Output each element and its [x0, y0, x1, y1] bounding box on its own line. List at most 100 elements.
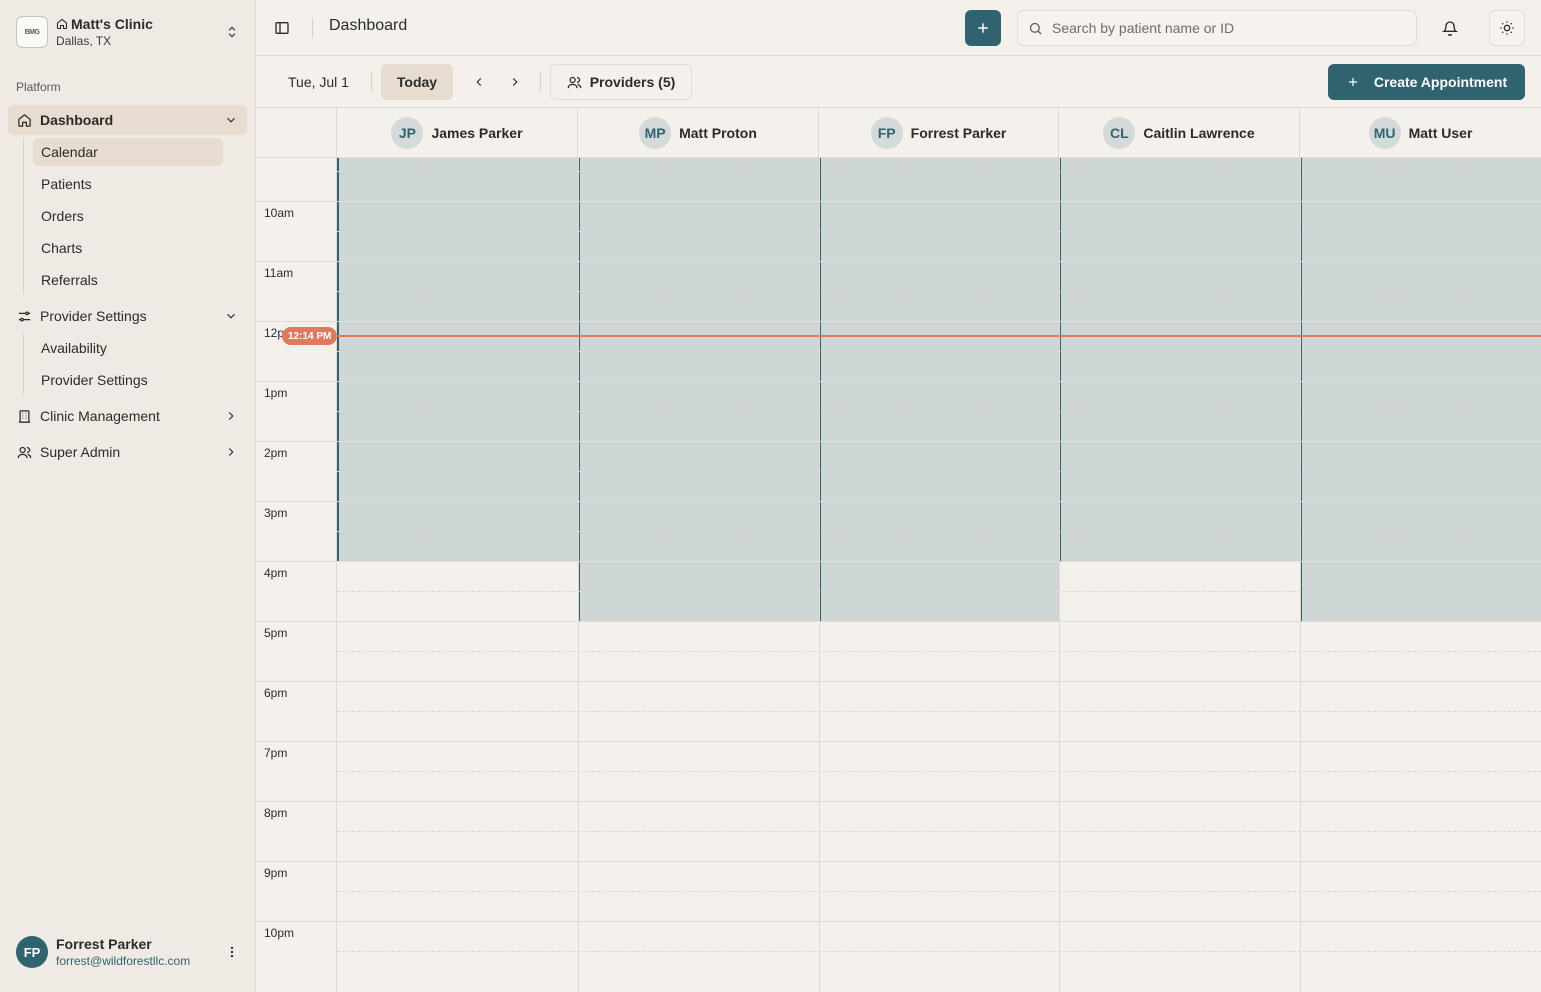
sidebar-item-dashboard[interactable]: Dashboard [8, 105, 247, 135]
sidebar-item-super-admin[interactable]: Super Admin [8, 437, 247, 467]
half-hour-gridline [337, 771, 1541, 772]
calendar-day-view: JP James Parker MP Matt Proton FP Forres… [256, 108, 1541, 992]
theme-toggle-button[interactable] [1489, 10, 1525, 46]
provider-name: Caitlin Lawrence [1143, 125, 1255, 141]
provider-header[interactable]: FP Forrest Parker [819, 108, 1059, 158]
provider-header[interactable]: MU Matt User [1300, 108, 1541, 158]
sidebar-item-label: Super Admin [40, 444, 121, 460]
divider [540, 72, 541, 92]
users-icon [16, 444, 32, 460]
providers-filter-button[interactable]: Providers (5) [550, 64, 692, 100]
sidebar-item-referrals[interactable]: Referrals [33, 266, 223, 294]
hour-gridline [256, 741, 1541, 742]
sun-icon [1500, 21, 1514, 35]
hour-gridline [256, 861, 1541, 862]
hour-gridline [256, 201, 1541, 202]
half-hour-gridline [337, 291, 1541, 292]
clinic-switcher[interactable]: BMG Matt's Clinic Dallas, TX [8, 8, 248, 56]
half-hour-gridline [337, 711, 1541, 712]
create-appointment-label: Create Appointment [1373, 74, 1508, 90]
sidebar-item-provider-settings-sub[interactable]: Provider Settings [33, 366, 223, 394]
quick-add-button[interactable] [965, 10, 1001, 46]
time-label: 9pm [264, 866, 288, 880]
next-day-button[interactable] [503, 70, 527, 94]
divider [371, 72, 372, 92]
time-label: 10pm [264, 926, 295, 940]
clinic-info: Matt's Clinic Dallas, TX [56, 16, 222, 48]
hour-gridline [256, 381, 1541, 382]
sidebar-item-calendar[interactable]: Calendar [33, 138, 223, 166]
column-divider [819, 158, 820, 992]
bell-icon[interactable] [1438, 16, 1462, 40]
column-divider [1059, 158, 1060, 992]
time-label: 4pm [264, 566, 288, 580]
provider-avatar: MU [1368, 117, 1401, 149]
prev-day-button[interactable] [467, 70, 491, 94]
time-label: 11am [264, 266, 294, 280]
calendar-toolbar: Tue, Jul 1 Today Providers (5) Create Ap… [256, 56, 1541, 108]
chevrons-up-down-icon[interactable] [222, 22, 242, 42]
calendar-header: JP James Parker MP Matt Proton FP Forres… [256, 108, 1541, 158]
provider-header[interactable]: JP James Parker [337, 108, 578, 158]
hour-gridline [256, 801, 1541, 802]
half-hour-gridline [337, 951, 1541, 952]
current-time-line [337, 335, 1541, 337]
time-label: 8pm [264, 806, 288, 820]
hour-gridline [256, 921, 1541, 922]
hour-gridline [256, 441, 1541, 442]
provider-name: Matt User [1408, 125, 1473, 141]
column-divider [578, 158, 579, 992]
user-info: Forrest Parker forrest@wildforestllc.com [56, 936, 222, 968]
provider-header[interactable]: MP Matt Proton [578, 108, 819, 158]
more-vertical-icon[interactable] [222, 942, 242, 962]
user-menu[interactable]: FP Forrest Parker forrest@wildforestllc.… [8, 928, 248, 976]
chevron-right-icon [512, 78, 518, 86]
today-button[interactable]: Today [381, 64, 453, 100]
clinic-logo: BMG [16, 16, 48, 48]
availability-block[interactable] [819, 158, 1059, 621]
hour-gridline [256, 561, 1541, 562]
availability-block[interactable] [1300, 158, 1541, 621]
plus-icon [978, 23, 988, 33]
providers-label: Providers (5) [589, 74, 676, 90]
home-icon [16, 112, 32, 128]
sidebar: BMG Matt's Clinic Dallas, TX Platform Da… [0, 0, 256, 992]
sidebar-item-provider-settings[interactable]: Provider Settings [8, 301, 247, 331]
sidebar-item-charts[interactable]: Charts [33, 234, 223, 262]
sidebar-item-patients[interactable]: Patients [33, 170, 223, 198]
time-column-header [256, 108, 337, 158]
half-hour-gridline [337, 831, 1541, 832]
sidebar-item-label: Dashboard [40, 112, 114, 128]
search-input[interactable] [1052, 20, 1392, 36]
half-hour-gridline [337, 351, 1541, 352]
subnav-line [23, 334, 24, 394]
provider-avatar: JP [391, 117, 424, 149]
sidebar-toggle-icon[interactable] [270, 16, 294, 40]
provider-header[interactable]: CL Caitlin Lawrence [1059, 108, 1300, 158]
time-label: 1pm [264, 386, 288, 400]
user-name: Forrest Parker [56, 936, 152, 952]
availability-block[interactable] [578, 158, 819, 621]
sidebar-item-orders[interactable]: Orders [33, 202, 223, 230]
time-label: 7pm [264, 746, 288, 760]
plus-icon [1348, 77, 1357, 87]
half-hour-gridline [337, 531, 1541, 532]
sidebar-item-availability[interactable]: Availability [33, 334, 223, 362]
chevron-down-icon [223, 308, 239, 324]
user-avatar: FP [16, 936, 48, 968]
time-column: 10am 11am 12p 1pm 2pm 3pm 4pm 5pm 6pm 7p… [256, 158, 337, 992]
calendar-grid[interactable]: 10am 11am 12p 1pm 2pm 3pm 4pm 5pm 6pm 7p… [256, 158, 1541, 992]
chevron-right-icon [223, 408, 239, 424]
search-box[interactable] [1017, 10, 1417, 46]
hour-gridline [256, 321, 1541, 322]
hour-gridline [256, 261, 1541, 262]
create-appointment-button[interactable]: Create Appointment [1328, 64, 1525, 100]
clinic-location: Dallas, TX [56, 34, 112, 48]
sidebar-item-clinic-management[interactable]: Clinic Management [8, 401, 247, 431]
half-hour-gridline [337, 411, 1541, 412]
provider-name: Forrest Parker [910, 125, 1007, 141]
user-email: forrest@wildforestllc.com [56, 954, 191, 968]
chevron-down-icon [223, 112, 239, 128]
sidebar-item-label: Provider Settings [40, 308, 147, 324]
time-label: 12p [264, 326, 285, 340]
